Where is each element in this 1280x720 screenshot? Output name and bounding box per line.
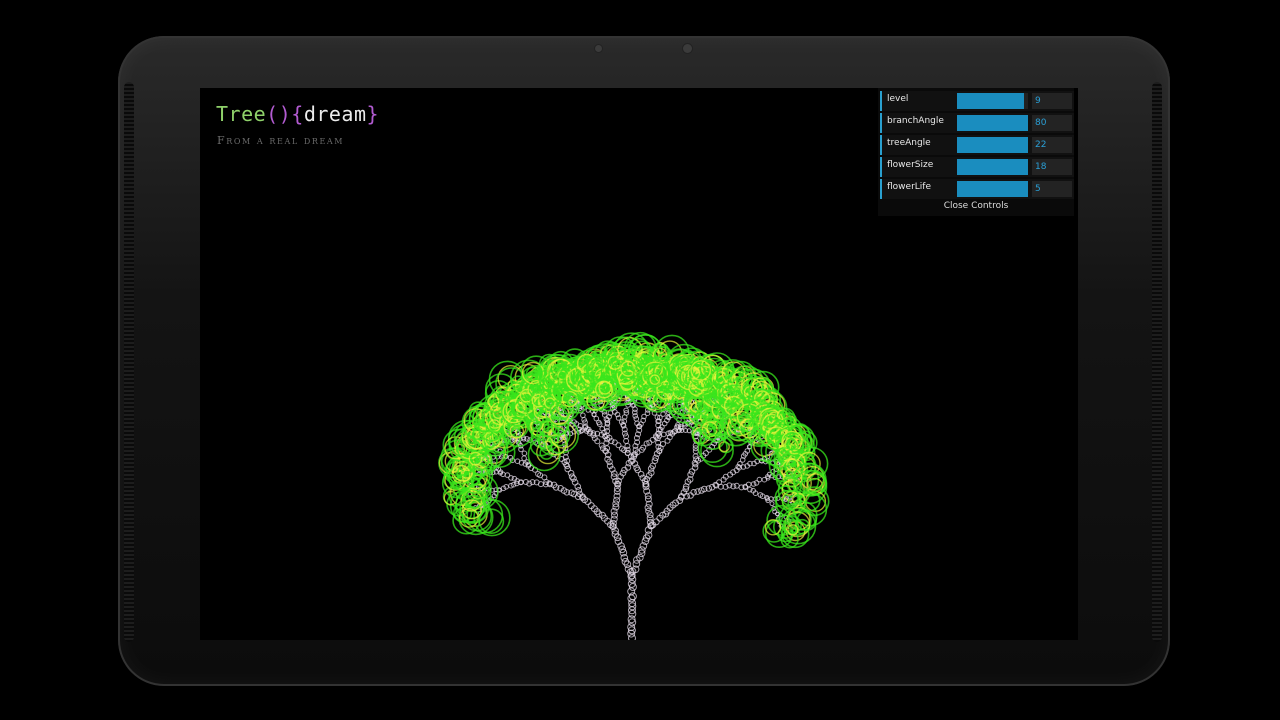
left-speaker-grille [124,82,134,642]
control-flower-size: flowerSize 18 [880,157,1074,177]
branch-angle-slider[interactable] [957,115,1028,131]
app-subtitle: From a real dream [217,134,345,147]
right-speaker-grille [1152,82,1162,642]
controls-panel: level 9 branchAngle 80 treeAngle 22 flow… [878,88,1074,216]
level-slider[interactable] [957,93,1028,109]
flower-size-slider[interactable] [957,159,1028,175]
control-tree-angle: treeAngle 22 [880,135,1074,155]
control-label: branchAngle [887,116,944,126]
branch-angle-value-input[interactable]: 80 [1032,115,1072,131]
title-brace-close: } [366,102,380,126]
title-inner: dream [303,102,367,126]
control-flower-life: flowerLife 5 [880,179,1074,199]
app-screen: Tree(){dream} From a real dream level 9 … [200,88,1078,640]
sensor-icon [595,45,602,52]
control-label: level [887,94,909,104]
title-word: Tree [216,102,267,126]
flower-life-slider[interactable] [957,181,1028,197]
control-label: flowerSize [887,160,934,170]
app-title: Tree(){dream} [216,102,379,126]
title-parens: () [266,102,292,126]
close-controls-button[interactable]: Close Controls [878,201,1074,211]
control-level: level 9 [880,91,1074,111]
control-label: flowerLife [887,182,931,192]
flower-size-value-input[interactable]: 18 [1032,159,1072,175]
tree-angle-slider[interactable] [957,137,1028,153]
title-brace-open: { [291,102,304,126]
control-label: treeAngle [887,138,931,148]
tree-flowers [438,331,830,549]
tree-angle-value-input[interactable]: 22 [1032,137,1072,153]
camera-icon [683,44,692,53]
level-value-input[interactable]: 9 [1032,93,1072,109]
control-branch-angle: branchAngle 80 [880,113,1074,133]
flower-life-value-input[interactable]: 5 [1032,181,1072,197]
